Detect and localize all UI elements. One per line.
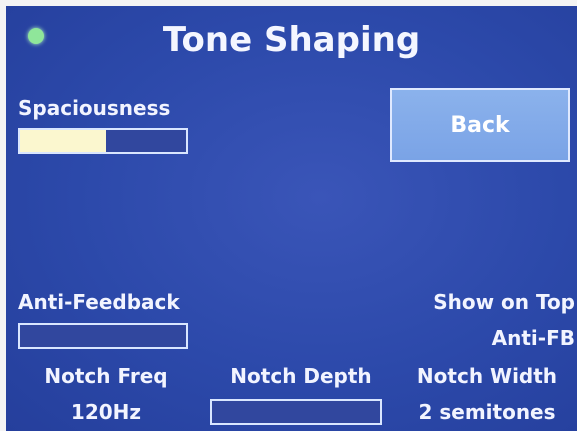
back-button[interactable]: Back [390, 88, 570, 162]
notch-depth-slider[interactable] [210, 399, 382, 425]
notch-width-label: Notch Width [416, 364, 558, 388]
notch-freq-value[interactable]: 120Hz [26, 400, 186, 424]
device-screen: Tone Shaping Spaciousness Back Anti-Feed… [6, 6, 577, 431]
notch-freq-label: Notch Freq [44, 364, 168, 388]
notch-depth-label: Notch Depth [230, 364, 372, 388]
anti-feedback-slider[interactable] [18, 323, 188, 349]
spaciousness-slider[interactable] [18, 128, 188, 154]
spaciousness-label: Spaciousness [18, 96, 171, 120]
spaciousness-slider-fill [20, 130, 107, 152]
show-on-top-value[interactable]: Anti-FB [492, 326, 575, 350]
background-glare [236, 211, 251, 255]
show-on-top-label: Show on Top [433, 290, 575, 314]
anti-feedback-label: Anti-Feedback [18, 290, 180, 314]
notch-width-value[interactable]: 2 semitones [402, 400, 572, 424]
page-title: Tone Shaping [162, 20, 421, 60]
